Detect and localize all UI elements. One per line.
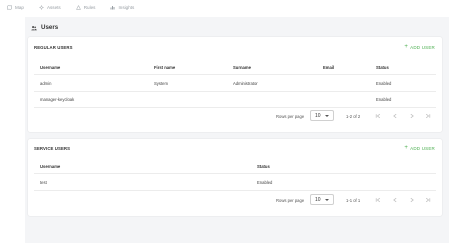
pagination-range: 1-1 of 1 xyxy=(346,198,361,203)
first-page-icon[interactable] xyxy=(375,113,381,119)
row-divider xyxy=(34,91,436,92)
cell-first-name[interactable]: System xyxy=(154,81,168,86)
rows-per-page-select[interactable]: 10 xyxy=(310,194,334,205)
next-page-icon[interactable] xyxy=(409,197,415,203)
header-divider xyxy=(34,173,436,174)
page-title: Users xyxy=(41,24,59,31)
column-header-email[interactable]: Email xyxy=(323,65,334,70)
users-icon xyxy=(31,25,37,30)
nav-item-map[interactable]: Map xyxy=(7,5,24,10)
rows-per-page-select[interactable]: 10 xyxy=(310,110,334,121)
cell-status[interactable]: Enabled xyxy=(376,81,391,86)
service-users-card: SERVICE USERS + ADD USER Username Status… xyxy=(28,139,442,216)
add-regular-user-button[interactable]: + ADD USER xyxy=(404,44,435,50)
rows-per-page-label: Rows per page xyxy=(276,198,305,203)
prev-page-icon[interactable] xyxy=(392,113,398,119)
assets-icon xyxy=(39,5,44,10)
cell-username[interactable]: manager-keycloak xyxy=(40,97,74,102)
prev-page-icon[interactable] xyxy=(392,197,398,203)
map-icon xyxy=(7,5,12,10)
column-header-username[interactable]: Username xyxy=(40,65,60,70)
column-header-status[interactable]: Status xyxy=(376,65,389,70)
plus-icon: + xyxy=(404,44,409,50)
first-page-icon[interactable] xyxy=(375,197,381,203)
cell-surname[interactable]: Administrator xyxy=(233,81,258,86)
cell-username[interactable]: admin xyxy=(40,81,51,86)
plus-icon: + xyxy=(404,145,409,151)
add-service-user-button[interactable]: + ADD USER xyxy=(404,145,435,151)
cell-status[interactable]: Enabled xyxy=(376,97,391,102)
next-page-icon[interactable] xyxy=(409,113,415,119)
row-divider xyxy=(34,190,436,191)
rows-per-page-value: 10 xyxy=(315,196,321,203)
cell-username[interactable]: test xyxy=(40,180,47,185)
nav-item-label: Assets xyxy=(46,5,61,10)
nav-item-insights[interactable]: Insights xyxy=(110,5,134,10)
pagination-range: 1-2 of 2 xyxy=(346,114,361,119)
regular-users-card: REGULAR USERS + ADD USER Username First … xyxy=(28,37,442,132)
cell-status[interactable]: Enabled xyxy=(257,180,272,185)
nav-item-label: Rules xyxy=(83,5,96,10)
regular-users-title: REGULAR USERS xyxy=(34,45,73,50)
column-header-first-name[interactable]: First name xyxy=(154,65,175,70)
nav-item-label: Map xyxy=(15,5,24,10)
column-header-username[interactable]: Username xyxy=(40,164,60,169)
add-user-label: ADD USER xyxy=(410,44,435,50)
service-users-title: SERVICE USERS xyxy=(34,146,71,151)
nav-item-label: Insights xyxy=(118,5,135,10)
add-user-label: ADD USER xyxy=(410,145,435,151)
rows-per-page-value: 10 xyxy=(315,112,321,119)
top-nav: Map Assets Rules Insights xyxy=(0,0,474,15)
column-header-status[interactable]: Status xyxy=(257,164,270,169)
last-page-icon[interactable] xyxy=(425,197,431,203)
column-header-surname[interactable]: Surname xyxy=(233,65,251,70)
header-divider xyxy=(34,74,436,75)
nav-item-rules[interactable]: Rules xyxy=(75,5,96,10)
rules-icon xyxy=(75,5,81,10)
row-divider xyxy=(34,107,436,108)
insights-icon xyxy=(110,6,115,10)
chevron-down-icon xyxy=(325,115,329,117)
page-header: Users xyxy=(31,24,58,31)
chevron-down-icon xyxy=(325,199,329,201)
nav-item-assets[interactable]: Assets xyxy=(39,5,61,10)
last-page-icon[interactable] xyxy=(425,113,431,119)
rows-per-page-label: Rows per page xyxy=(276,114,305,119)
